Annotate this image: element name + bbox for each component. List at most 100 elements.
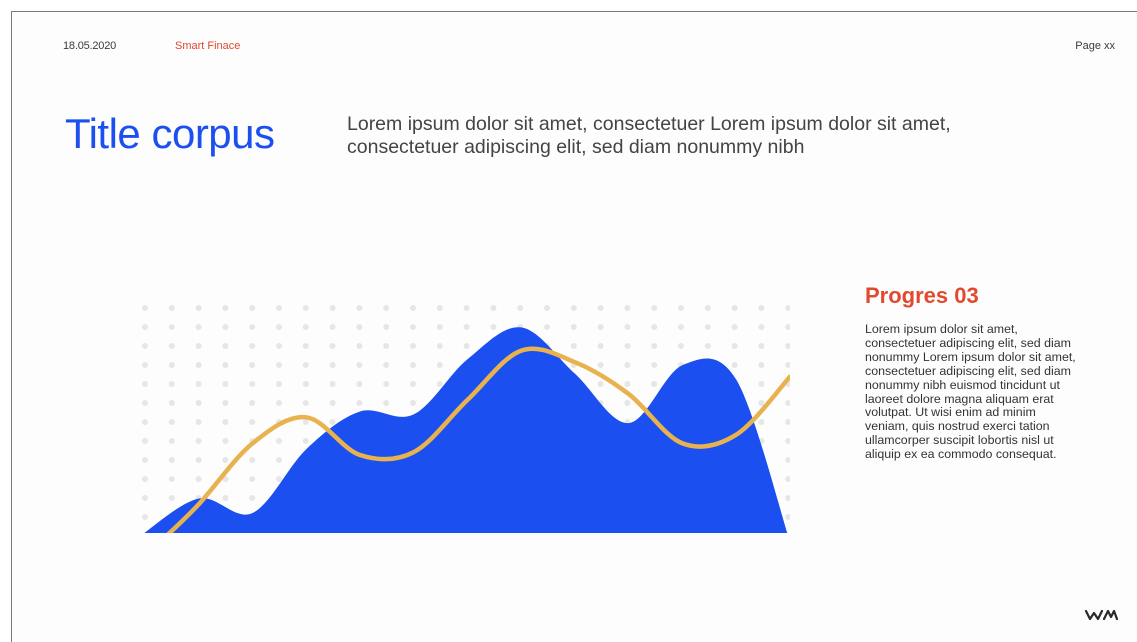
- grid-dot: [195, 343, 202, 349]
- grid-dot: [570, 343, 577, 349]
- grid-dot: [222, 324, 229, 330]
- grid-dot: [785, 419, 790, 425]
- grid-dot: [436, 362, 443, 368]
- grid-dot: [678, 324, 684, 330]
- grid-dot: [222, 381, 229, 387]
- grid-dot: [249, 381, 256, 387]
- grid-dot: [168, 400, 175, 406]
- grid-dot: [624, 324, 631, 330]
- grid-dot: [276, 476, 282, 482]
- wm-logo-icon: [1084, 608, 1119, 627]
- grid-dot: [276, 381, 282, 387]
- grid-dot: [570, 324, 577, 330]
- grid-dot: [249, 476, 256, 482]
- grid-dot: [570, 305, 577, 311]
- grid-dot: [329, 381, 336, 387]
- grid-dot: [383, 400, 390, 406]
- chart-canvas: [142, 305, 790, 533]
- grid-dot: [597, 324, 604, 330]
- date-label: 18.05.2020: [63, 40, 117, 52]
- grid-dot: [168, 324, 175, 330]
- grid-dot: [758, 419, 765, 425]
- grid-dot: [168, 457, 175, 463]
- grid-dot: [383, 343, 390, 349]
- grid-dot: [597, 305, 604, 311]
- grid-dot: [490, 305, 497, 311]
- grid-dot: [195, 305, 202, 311]
- grid-dot: [704, 324, 711, 330]
- grid-dot: [222, 457, 229, 463]
- grid-dot: [195, 400, 202, 406]
- page-title: Title corpus: [65, 110, 275, 157]
- grid-dot: [704, 343, 711, 349]
- grid-dot: [276, 438, 282, 444]
- grid-dot: [758, 343, 765, 349]
- grid-dot: [302, 419, 309, 425]
- grid-dot: [222, 400, 229, 406]
- grid-dot: [758, 362, 765, 368]
- grid-dot: [383, 362, 390, 368]
- grid-dot: [302, 400, 309, 406]
- grid-dot: [356, 343, 363, 349]
- grid-dot: [142, 324, 148, 330]
- grid-dot: [597, 343, 604, 349]
- grid-dot: [142, 343, 148, 349]
- brand-label: Smart Finace: [175, 40, 241, 52]
- grid-dot: [785, 400, 790, 406]
- grid-dot: [249, 419, 256, 425]
- lead-paragraph: Lorem ipsum dolor sit amet, consectetuer…: [347, 113, 951, 158]
- grid-dot: [329, 400, 336, 406]
- grid-dot: [142, 419, 148, 425]
- grid-dot: [222, 419, 229, 425]
- grid-dot: [195, 362, 202, 368]
- grid-dot: [410, 381, 416, 387]
- grid-dot: [249, 362, 256, 368]
- grid-dot: [168, 495, 175, 501]
- grid-dot: [624, 305, 631, 311]
- grid-dot: [624, 381, 631, 387]
- grid-dot: [329, 343, 336, 349]
- grid-dot: [222, 362, 229, 368]
- slide: 18.05.2020 Smart Finace Page xx Title co…: [11, 11, 1137, 642]
- grid-dot: [276, 400, 282, 406]
- grid-dot: [678, 305, 684, 311]
- grid-dot: [356, 362, 363, 368]
- grid-dot: [436, 324, 443, 330]
- grid-dot: [651, 324, 658, 330]
- grid-dot: [249, 495, 256, 501]
- grid-dot: [704, 305, 711, 311]
- grid-dot: [624, 400, 631, 406]
- grid-dot: [195, 419, 202, 425]
- grid-dot: [624, 362, 631, 368]
- grid-dot: [142, 514, 148, 520]
- grid-dot: [302, 324, 309, 330]
- grid-dot: [356, 400, 363, 406]
- grid-dot: [758, 381, 765, 387]
- grid-dot: [678, 343, 684, 349]
- grid-dot: [276, 457, 282, 463]
- grid-dot: [195, 457, 202, 463]
- grid-dot: [758, 305, 765, 311]
- grid-dot: [410, 343, 416, 349]
- grid-dot: [249, 305, 256, 311]
- grid-dot: [597, 362, 604, 368]
- grid-dot: [356, 381, 363, 387]
- grid-dot: [302, 381, 309, 387]
- side-heading: Progres 03: [865, 283, 979, 308]
- grid-dot: [168, 381, 175, 387]
- grid-dot: [785, 514, 790, 520]
- grid-dot: [410, 400, 416, 406]
- grid-dot: [544, 324, 550, 330]
- grid-dot: [785, 495, 790, 501]
- grid-dot: [249, 457, 256, 463]
- grid-dot: [410, 305, 416, 311]
- area-chart: [140, 288, 790, 533]
- grid-dot: [222, 495, 229, 501]
- side-body-text: Lorem ipsum dolor sit amet, consectetuer…: [865, 322, 1076, 462]
- grid-dot: [490, 324, 497, 330]
- grid-dot: [249, 343, 256, 349]
- grid-dot: [651, 305, 658, 311]
- grid-dot: [410, 324, 416, 330]
- grid-dot: [785, 343, 790, 349]
- grid-dot: [302, 362, 309, 368]
